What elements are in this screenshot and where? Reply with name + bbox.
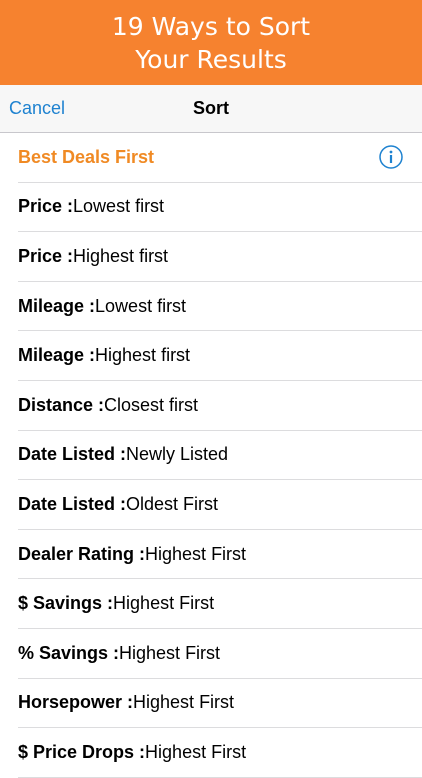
sort-option[interactable]: Horsepower : Highest First xyxy=(18,679,422,729)
sort-key: Price : xyxy=(18,196,74,217)
sort-key: Mileage : xyxy=(18,295,96,316)
sort-option[interactable]: Date Listed : Newly Listed xyxy=(18,431,422,481)
sort-key: Date Listed : xyxy=(18,444,127,465)
sort-option[interactable]: $ Savings : Highest First xyxy=(18,579,422,629)
sort-option[interactable]: Mileage : Highest first xyxy=(18,331,422,381)
sort-key: Price : xyxy=(18,245,74,266)
sort-option[interactable]: Price : Highest first xyxy=(18,232,422,282)
sort-order: Highest first xyxy=(73,245,169,266)
sort-order: Highest First xyxy=(113,593,215,614)
sort-order: Highest First xyxy=(145,543,247,564)
sort-order: Lowest first xyxy=(73,196,165,217)
sort-option[interactable]: $ Price Drops : Highest First xyxy=(18,728,422,778)
sort-order: Oldest First xyxy=(126,493,219,514)
sort-option[interactable]: Dealer Rating : Highest First xyxy=(18,530,422,580)
sort-key: Horsepower : xyxy=(18,692,134,713)
sort-order: Newly Listed xyxy=(126,444,229,465)
sort-order: Highest First xyxy=(119,642,221,663)
sort-order: Highest First xyxy=(145,741,247,762)
sort-order: Highest First xyxy=(133,692,235,713)
sort-option-label: Best Deals First xyxy=(18,146,155,167)
sort-key: % Savings : xyxy=(18,642,120,663)
navigation-bar: Sort Cancel xyxy=(0,85,422,133)
sort-option[interactable]: Price : Lowest first xyxy=(18,183,422,233)
banner-line-1: 19 Ways to Sort xyxy=(111,11,311,41)
sort-option[interactable]: Mileage : Lowest first xyxy=(18,282,422,332)
sort-option[interactable]: Date Listed : Oldest First xyxy=(18,480,422,530)
sort-key: $ Savings : xyxy=(18,593,114,614)
banner-line-2: Your Results xyxy=(135,44,287,74)
sort-order: Closest first xyxy=(104,394,199,415)
sort-key: Date Listed : xyxy=(18,493,127,514)
sort-order: Lowest first xyxy=(95,295,187,316)
cancel-button[interactable]: Cancel xyxy=(9,85,65,132)
sort-key: Mileage : xyxy=(18,345,96,366)
sort-option[interactable]: % Savings : Highest First xyxy=(18,629,422,679)
sort-option-best-deals[interactable]: Best Deals First xyxy=(18,133,422,183)
sort-key: Distance : xyxy=(18,394,105,415)
sort-options-list: Best Deals First Price : Lowest first Pr… xyxy=(0,133,422,778)
info-icon[interactable] xyxy=(379,145,403,169)
sort-option[interactable]: Distance : Closest first xyxy=(18,381,422,431)
sort-key: Dealer Rating : xyxy=(18,543,146,564)
sort-order: Highest first xyxy=(95,345,191,366)
sort-key: $ Price Drops : xyxy=(18,741,146,762)
promo-banner: 19 Ways to Sort Your Results xyxy=(0,0,422,85)
